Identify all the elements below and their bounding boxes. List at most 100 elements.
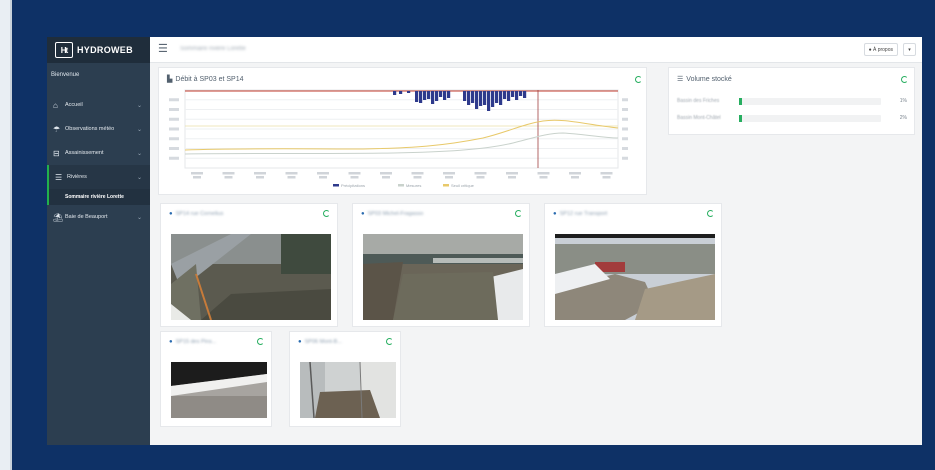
y2-tick-label bbox=[622, 147, 628, 150]
x-tick-label bbox=[508, 176, 516, 179]
camera-title: ● SP14 rue Cornelius bbox=[169, 211, 223, 217]
refresh-icon[interactable] bbox=[323, 210, 330, 217]
volume-row-label: Bassin des Friches bbox=[677, 98, 720, 104]
x-tick-label bbox=[256, 176, 264, 179]
precip-bar bbox=[435, 91, 439, 101]
camera-card[interactable]: ● SP15 des Pins... bbox=[160, 331, 272, 427]
water-drop-icon: ● bbox=[169, 211, 173, 217]
camera-image[interactable] bbox=[171, 362, 267, 418]
camera-card[interactable]: ● SP06 Mont-B... bbox=[289, 331, 401, 427]
camera-title: ● SP06 Mont-B... bbox=[298, 339, 342, 345]
beach-umbrella-icon: ⛱ bbox=[53, 212, 64, 222]
volume-bar bbox=[739, 114, 881, 122]
user-menu-button[interactable]: ▾ bbox=[903, 43, 916, 56]
refresh-icon[interactable] bbox=[635, 76, 642, 83]
hamburger-menu-icon[interactable]: ☰ bbox=[158, 44, 168, 55]
y2-tick-label bbox=[622, 98, 628, 102]
sidebar-item-accueil[interactable]: ⌂ Accueil ⌄ bbox=[47, 93, 150, 117]
precip-bar bbox=[479, 91, 483, 106]
hydroweb-app: Ht HYDROWEB Bienvenue ⌂ Accueil ⌄ ☂ Obse… bbox=[47, 37, 922, 445]
x-tick-label bbox=[539, 176, 548, 179]
y-tick-label bbox=[169, 108, 179, 111]
volume-row-label: Bassin Mont-Châtel bbox=[677, 115, 721, 121]
refresh-icon[interactable] bbox=[257, 338, 264, 345]
precip-bar bbox=[399, 91, 403, 94]
legend-entry: Seuil critique bbox=[451, 183, 475, 188]
x-tick-label bbox=[600, 172, 613, 175]
precip-bar bbox=[491, 91, 495, 107]
camera-image-svg bbox=[555, 234, 715, 320]
camera-title-text: SP14 rue Cornelius bbox=[175, 211, 224, 217]
flow-chart-title-text: Débit à SP03 et SP14 bbox=[175, 75, 244, 83]
volume-row-value: 2% bbox=[899, 115, 907, 121]
legend-entry: Mesures bbox=[406, 183, 421, 188]
logo[interactable]: Ht HYDROWEB bbox=[47, 37, 150, 63]
sidebar-subitem-lorette[interactable]: Sommaire rivière Lorette bbox=[47, 189, 150, 205]
precip-bar bbox=[431, 91, 435, 104]
x-tick-label bbox=[382, 176, 390, 179]
sidebar-item-label: Accueil bbox=[65, 102, 83, 108]
y-tick-label bbox=[169, 156, 179, 160]
refresh-icon[interactable] bbox=[386, 338, 393, 345]
precip-bar bbox=[483, 91, 487, 105]
x-tick-label bbox=[569, 172, 581, 175]
precip-bar bbox=[467, 91, 471, 105]
precip-bar bbox=[471, 91, 475, 103]
refresh-icon[interactable] bbox=[707, 210, 714, 217]
flow-chart: Précipitations Mesures Seuil critique bbox=[169, 89, 628, 188]
camera-image[interactable] bbox=[363, 234, 523, 320]
x-tick-label bbox=[224, 176, 233, 179]
precip-bar bbox=[519, 91, 523, 96]
x-tick-label bbox=[411, 172, 424, 175]
y2-tick-label bbox=[622, 127, 628, 131]
refresh-icon[interactable] bbox=[515, 210, 522, 217]
flow-chart-title: ▙ Débit à SP03 et SP14 bbox=[167, 75, 244, 84]
water-drop-icon: ● bbox=[169, 339, 173, 345]
x-tick-label bbox=[287, 176, 296, 179]
x-tick-label bbox=[350, 176, 359, 179]
camera-image[interactable] bbox=[555, 234, 715, 320]
camera-card[interactable]: ● SP03 Michel-Fragasso bbox=[352, 203, 530, 327]
precip-bar bbox=[427, 91, 431, 99]
y2-tick-label bbox=[622, 117, 628, 121]
precip-bar bbox=[523, 91, 527, 98]
y2-tick-label bbox=[622, 137, 628, 141]
chevron-down-icon: ⌄ bbox=[136, 174, 142, 181]
camera-title-text: SP12 rue Transport bbox=[559, 211, 608, 217]
camera-image-svg bbox=[171, 362, 267, 418]
camera-card[interactable]: ● SP14 rue Cornelius bbox=[160, 203, 338, 327]
camera-image[interactable] bbox=[171, 234, 331, 320]
logo-text: HYDROWEB bbox=[77, 45, 133, 55]
camera-image[interactable] bbox=[300, 362, 396, 418]
x-tick-label bbox=[474, 172, 487, 175]
chevron-down-icon: ⌄ bbox=[136, 102, 142, 109]
sidebar-item-label: Assainissement bbox=[65, 150, 104, 156]
top-bar: ☰ Sommaire rivière Lorette ● À propos ▾ bbox=[150, 37, 922, 63]
camera-title: ● SP12 rue Transport bbox=[553, 211, 607, 217]
volume-row-value: 1% bbox=[899, 98, 907, 104]
about-button[interactable]: ● À propos bbox=[863, 43, 898, 56]
sidebar-item-assainissement[interactable]: ⊟ Assainissement ⌄ bbox=[47, 141, 150, 165]
legend-swatch bbox=[333, 184, 339, 187]
flow-chart-card: ▙ Débit à SP03 et SP14 Précipitations Mes… bbox=[158, 67, 647, 195]
legend-swatch bbox=[398, 184, 404, 187]
volume-row: Bassin des Friches 1% bbox=[677, 96, 907, 106]
precip-bar bbox=[415, 91, 419, 102]
refresh-icon[interactable] bbox=[901, 76, 908, 83]
x-tick-label bbox=[222, 172, 235, 175]
precip-bar bbox=[507, 91, 511, 101]
precip-bar bbox=[511, 91, 515, 97]
sidebar-item-baie[interactable]: ⛱ Baie de Beauport ⌄ bbox=[47, 205, 150, 229]
water-drop-icon: ● bbox=[553, 211, 557, 217]
camera-card[interactable]: ● SP12 rue Transport bbox=[544, 203, 722, 327]
camera-image-svg bbox=[171, 234, 331, 320]
volume-row: Bassin Mont-Châtel 2% bbox=[677, 113, 907, 123]
sidebar-item-observations[interactable]: ☂ Observations météo ⌄ bbox=[47, 117, 150, 141]
x-tick-label bbox=[476, 176, 485, 179]
weather-icon: ☂ bbox=[53, 124, 61, 134]
y-tick-label bbox=[169, 137, 179, 141]
x-tick-label bbox=[191, 172, 203, 175]
legend-entry: Précipitations bbox=[341, 183, 365, 188]
list-icon: ☰ bbox=[677, 76, 684, 83]
sidebar-item-rivieres[interactable]: ☰ Rivières ⌄ bbox=[47, 165, 150, 189]
